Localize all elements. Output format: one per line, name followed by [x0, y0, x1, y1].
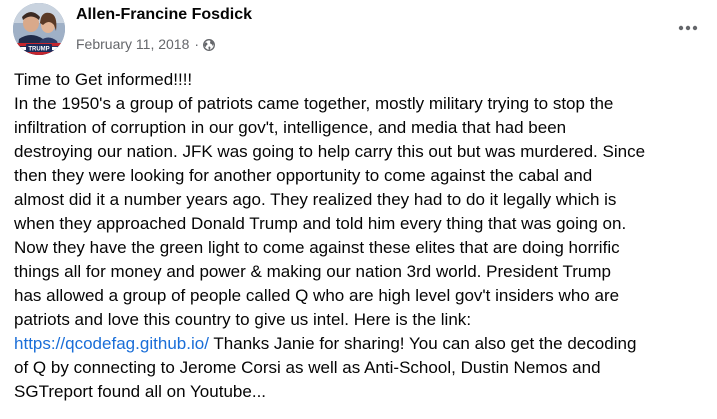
post-line: destroying our nation. JFK was going to … [14, 142, 646, 161]
post-line: of Q by connecting to Jerome Corsi as we… [14, 358, 601, 377]
more-options-button[interactable] [670, 12, 706, 44]
meta-separator: · [194, 36, 200, 52]
post-line: In the 1950's a group of patriots came t… [14, 94, 614, 113]
post-link[interactable]: https://qcodefag.github.io/ [14, 334, 209, 353]
post-line: things all for money and power & making … [14, 262, 612, 281]
post-date[interactable]: February 11, 2018 [76, 36, 189, 52]
author-name[interactable]: Allen-Francine Fosdick [76, 6, 252, 24]
post-line: Now they have the green light to come ag… [14, 238, 620, 257]
post-line: patriots and love this country to give u… [14, 310, 472, 329]
post-line: SGTreport found all on Youtube... [14, 382, 267, 401]
avatar[interactable]: TRUMP [13, 3, 65, 55]
post-meta: February 11, 2018 · [76, 35, 215, 53]
post-line: Time to Get informed!!!! [14, 70, 193, 89]
post-header: TRUMP Allen-Francine Fosdick February 11… [0, 0, 717, 62]
post-line: infiltration of corruption in our gov't,… [14, 118, 567, 137]
post-line: when they approached Donald Trump and to… [14, 214, 627, 233]
post-body: Time to Get informed!!!! In the 1950's a… [14, 68, 714, 404]
post-line: almost did it a number years ago. They r… [14, 190, 617, 209]
facebook-post: TRUMP Allen-Francine Fosdick February 11… [0, 0, 717, 419]
more-horizontal-icon [678, 25, 698, 31]
post-line: https://qcodefag.github.io/ Thanks Janie… [14, 334, 637, 353]
post-line: then they were looking for another oppor… [14, 166, 593, 185]
avatar-image: TRUMP [13, 3, 65, 55]
post-line: has allowed a group of people called Q w… [14, 286, 620, 305]
avatar-badge: TRUMP [28, 46, 49, 52]
globe-icon[interactable] [203, 38, 215, 51]
